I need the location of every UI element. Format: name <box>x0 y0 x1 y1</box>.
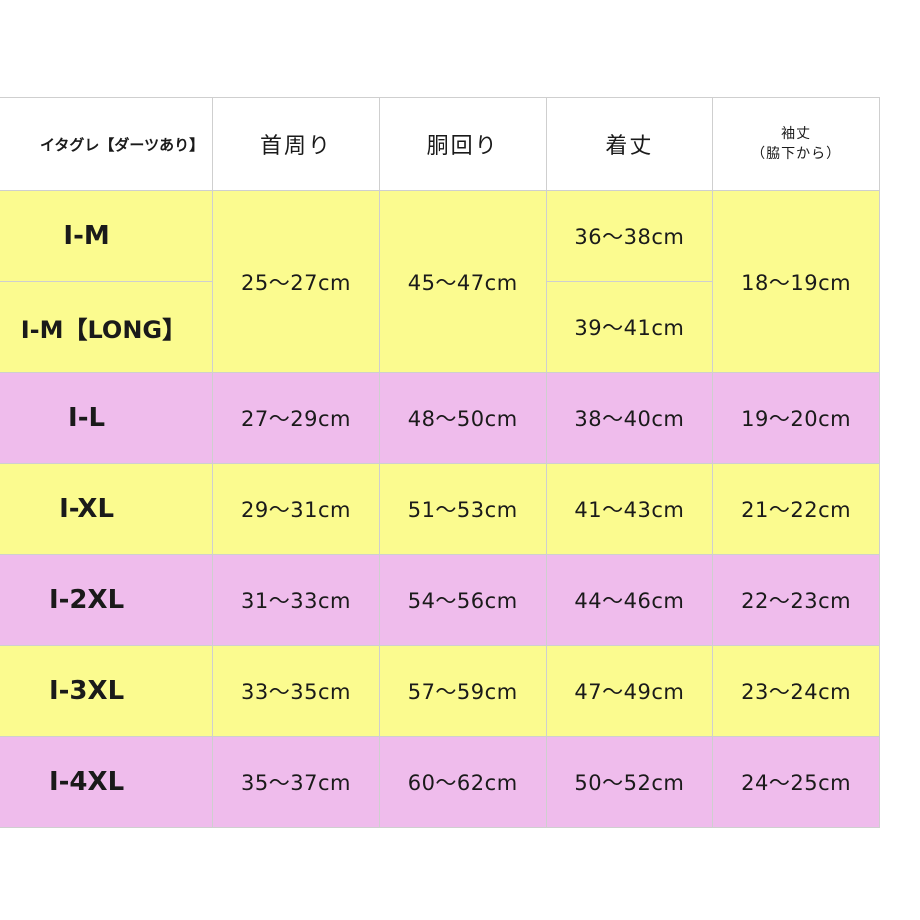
header-chest: 胴回り <box>378 97 547 191</box>
header-sleeve-line1: 袖丈 <box>781 126 812 142</box>
chest-cell: 60〜62cm <box>378 736 547 828</box>
size-cell: I-M <box>0 190 214 282</box>
chest-cell: 51〜53cm <box>378 463 547 555</box>
header-length: 着丈 <box>545 97 714 191</box>
length-cell: 41〜43cm <box>545 463 714 555</box>
length-cell: 39〜41cm <box>545 281 714 373</box>
table-row: I-L 27〜29cm 48〜50cm 38〜40cm 19〜20cm <box>0 372 880 464</box>
length-cell: 47〜49cm <box>545 645 714 737</box>
header-sleeve: 袖丈 （脇下から） <box>712 97 880 191</box>
size-cell: I-M【LONG】 <box>0 281 214 373</box>
neck-cell: 27〜29cm <box>212 372 380 464</box>
sleeve-cell: 23〜24cm <box>712 645 880 737</box>
table-row: I-M 25〜27cm 45〜47cm 36〜38cm 18〜19cm <box>0 190 880 373</box>
chest-cell: 45〜47cm <box>378 190 547 373</box>
size-chart-table: イタグレ【ダーツあり】 首周り 胴回り 着丈 袖丈 （脇下から） I-M 25〜… <box>0 97 880 828</box>
size-cell: I-2XL <box>0 554 214 646</box>
size-cell: I-3XL <box>0 645 214 737</box>
sleeve-cell: 22〜23cm <box>712 554 880 646</box>
size-cell: I-L <box>0 372 214 464</box>
table-row: I-4XL 35〜37cm 60〜62cm 50〜52cm 24〜25cm <box>0 736 880 828</box>
chest-cell: 57〜59cm <box>378 645 547 737</box>
neck-cell: 31〜33cm <box>212 554 380 646</box>
table-row: I-3XL 33〜35cm 57〜59cm 47〜49cm 23〜24cm <box>0 645 880 737</box>
table-row: I-2XL 31〜33cm 54〜56cm 44〜46cm 22〜23cm <box>0 554 880 646</box>
header-product-name: イタグレ【ダーツあり】 <box>0 97 214 191</box>
header-sleeve-line2: （脇下から） <box>751 146 842 162</box>
length-cell: 38〜40cm <box>545 372 714 464</box>
header-row: イタグレ【ダーツあり】 首周り 胴回り 着丈 袖丈 （脇下から） <box>0 97 880 191</box>
size-cell: I-4XL <box>0 736 214 828</box>
length-cell: 36〜38cm <box>545 190 714 282</box>
neck-cell: 35〜37cm <box>212 736 380 828</box>
chest-cell: 48〜50cm <box>378 372 547 464</box>
neck-cell: 29〜31cm <box>212 463 380 555</box>
neck-cell: 33〜35cm <box>212 645 380 737</box>
length-cell: 44〜46cm <box>545 554 714 646</box>
header-neck: 首周り <box>212 97 380 191</box>
chest-cell: 54〜56cm <box>378 554 547 646</box>
sleeve-cell: 24〜25cm <box>712 736 880 828</box>
sleeve-cell: 18〜19cm <box>712 190 880 373</box>
sleeve-cell: 19〜20cm <box>712 372 880 464</box>
length-cell: 50〜52cm <box>545 736 714 828</box>
neck-cell: 25〜27cm <box>212 190 380 373</box>
sleeve-cell: 21〜22cm <box>712 463 880 555</box>
size-cell: I-XL <box>0 463 214 555</box>
table-row: I-XL 29〜31cm 51〜53cm 41〜43cm 21〜22cm <box>0 463 880 555</box>
